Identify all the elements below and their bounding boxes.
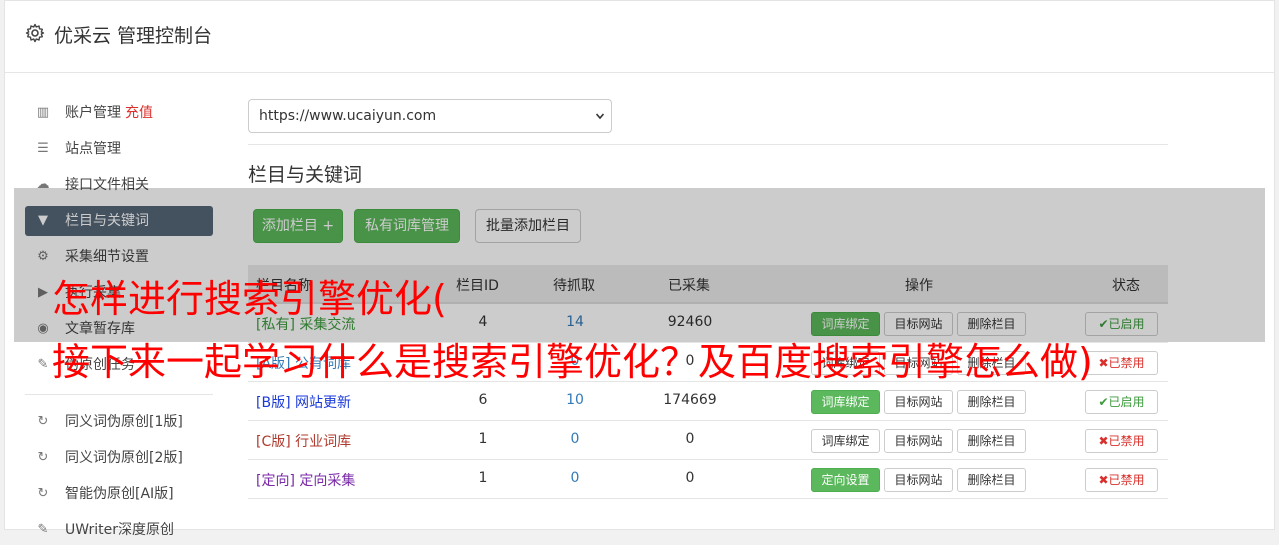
column-name-link[interactable]: [B版] 网站更新 xyxy=(256,392,351,412)
sidebar-item-account[interactable]: ▥ 账户管理 充值 xyxy=(25,98,213,128)
column-id: 6 xyxy=(478,392,488,408)
header: 优采云 管理控制台 xyxy=(5,1,1274,73)
sidebar-item-synonym-v2[interactable]: ↻ 同义词伪原创[2版] xyxy=(25,443,213,473)
column-name-link[interactable]: [定向] 定向采集 xyxy=(256,470,355,490)
table-row: [定向] 定向采集 1 0 0 定向设置 目标网站 删除栏目 ✖已禁用 xyxy=(248,460,1168,499)
collected-count: 0 xyxy=(685,470,695,486)
sidebar-item-label: 智能伪原创[AI版] xyxy=(65,486,174,502)
status-toggle[interactable]: ✖已禁用 xyxy=(1085,351,1158,375)
bind-lexicon-button[interactable]: 定向设置 xyxy=(811,468,880,492)
sidebar-item-sites[interactable]: ☰ 站点管理 xyxy=(25,134,213,164)
column-name-link[interactable]: [C版] 行业词库 xyxy=(256,431,351,451)
status-toggle[interactable]: ✔已启用 xyxy=(1085,390,1158,414)
sidebar-item-label: 账户管理 xyxy=(65,105,121,121)
chevron-down-icon xyxy=(596,113,604,120)
bind-lexicon-button[interactable]: 词库绑定 xyxy=(811,390,880,414)
delete-column-button[interactable]: 删除栏目 xyxy=(957,468,1026,492)
target-site-button[interactable]: 目标网站 xyxy=(884,468,953,492)
sidebar-item-synonym-v1[interactable]: ↻ 同义词伪原创[1版] xyxy=(25,407,213,437)
collected-count: 174669 xyxy=(663,392,717,408)
column-id: 1 xyxy=(478,470,488,486)
recharge-link[interactable]: 充值 xyxy=(125,105,153,121)
sidebar-item-uwriter[interactable]: ✎ UWriter深度原创 xyxy=(25,515,213,545)
refresh-icon: ↻ xyxy=(37,450,49,465)
divider xyxy=(248,144,1168,145)
pending-count[interactable]: 0 xyxy=(545,470,605,486)
target-site-button[interactable]: 目标网站 xyxy=(884,390,953,414)
sidebar-item-label: UWriter深度原创 xyxy=(65,522,174,538)
gear-icon xyxy=(25,23,45,43)
sidebar-divider xyxy=(25,394,213,395)
refresh-icon: ↻ xyxy=(37,414,49,429)
target-site-button[interactable]: 目标网站 xyxy=(884,429,953,453)
refresh-icon: ↻ xyxy=(37,486,49,501)
edit-icon: ✎ xyxy=(37,522,49,537)
status-toggle[interactable]: ✖已禁用 xyxy=(1085,468,1158,492)
table-row: [B版] 网站更新 6 10 174669 词库绑定 目标网站 删除栏目 ✔已启用 xyxy=(248,382,1168,421)
section-title: 栏目与关键词 xyxy=(248,164,363,186)
pending-count[interactable]: 0 xyxy=(545,431,605,447)
sidebar-item-label: 同义词伪原创[1版] xyxy=(65,414,183,430)
banner-title-line1: 怎样进行搜索引擎优化( xyxy=(52,277,447,321)
sidebar-item-label: 站点管理 xyxy=(65,141,121,157)
column-id: 1 xyxy=(478,431,488,447)
site-select[interactable]: https://www.ucaiyun.com xyxy=(248,99,612,133)
bar-chart-icon: ▥ xyxy=(36,105,50,120)
pending-count[interactable]: 10 xyxy=(545,392,605,408)
site-select-value: https://www.ucaiyun.com xyxy=(259,108,437,124)
delete-column-button[interactable]: 删除栏目 xyxy=(957,429,1026,453)
banner-title-line2: 接下来一起学习什么是搜索引擎优化？及百度搜索引擎怎么做) xyxy=(52,340,1093,384)
app-title: 优采云 管理控制台 xyxy=(54,25,213,47)
status-toggle[interactable]: ✖已禁用 xyxy=(1085,429,1158,453)
delete-column-button[interactable]: 删除栏目 xyxy=(957,390,1026,414)
edit-icon: ✎ xyxy=(37,357,49,372)
sidebar-item-ai-pseudo[interactable]: ↻ 智能伪原创[AI版] xyxy=(25,479,213,509)
table-row: [C版] 行业词库 1 0 0 词库绑定 目标网站 删除栏目 ✖已禁用 xyxy=(248,421,1168,460)
sidebar-item-label: 同义词伪原创[2版] xyxy=(65,450,183,466)
bind-lexicon-button[interactable]: 词库绑定 xyxy=(811,429,880,453)
collected-count: 0 xyxy=(685,431,695,447)
server-icon: ☰ xyxy=(37,141,49,156)
